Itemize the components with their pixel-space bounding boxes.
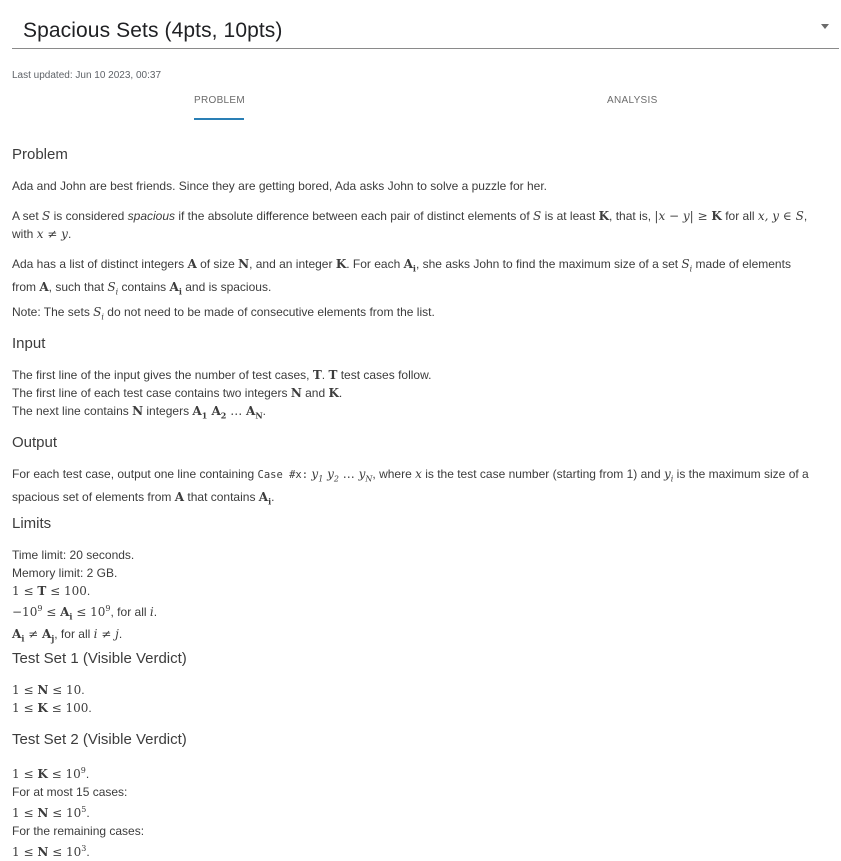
- page-title: Spacious Sets (4pts, 10pts): [23, 19, 283, 42]
- text: and is spacious.: [181, 280, 272, 295]
- text: do not need to be made of consecutive el…: [103, 305, 435, 319]
- text: The next line contains: [12, 404, 133, 418]
- limits-list: Time limit: 20 seconds. Memory limit: 2 …: [12, 548, 158, 644]
- text: For the remaining cases:: [12, 824, 145, 838]
- text: . For each: [346, 257, 404, 271]
- time-limit: Time limit: 20 seconds.: [12, 548, 135, 562]
- text: , and an integer: [249, 257, 336, 271]
- text: A set: [12, 209, 43, 223]
- text: is the maximum size of a: [673, 467, 809, 481]
- text: Ada has a list of distinct integers: [12, 257, 188, 271]
- section-heading-output: Output: [12, 434, 58, 451]
- text: is the test case number (starting from 1…: [421, 467, 664, 481]
- problem-paragraph-1: Ada and John are best friends. Since the…: [12, 177, 837, 195]
- text: , such that: [48, 280, 108, 295]
- text: The first line of each test case contain…: [12, 386, 291, 400]
- text: spacious: [127, 209, 176, 223]
- last-updated: Last updated: Jun 10 2023, 00:37: [12, 70, 162, 81]
- tab-problem[interactable]: PROBLEM: [194, 95, 245, 106]
- text: The first line of the input gives the nu…: [12, 368, 313, 382]
- text: for all: [721, 209, 758, 223]
- text: of size: [196, 257, 239, 271]
- active-tab-indicator: [194, 118, 244, 120]
- text: that contains: [184, 490, 259, 505]
- text: , for all: [110, 605, 150, 619]
- memory-limit: Memory limit: 2 GB.: [12, 566, 118, 580]
- text: made of elements: [692, 257, 791, 271]
- text: For at most 15 cases:: [12, 785, 128, 799]
- test-set-1-limits: 1 ≤ N ≤ 10. 1 ≤ K ≤ 100.: [12, 683, 92, 715]
- title-bar[interactable]: Spacious Sets (4pts, 10pts): [12, 8, 839, 49]
- problem-paragraph-3: Ada has a list of distinct integers A of…: [12, 257, 791, 297]
- problem-note: Note: The sets Si do not need to be made…: [12, 305, 435, 322]
- chevron-down-icon[interactable]: [821, 24, 829, 29]
- problem-paragraph-2: A set S is considered spacious if the ab…: [12, 209, 808, 241]
- text: and: [301, 386, 329, 400]
- test-set-2-limits: 1 ≤ K ≤ 109. For at most 15 cases: 1 ≤ N…: [12, 766, 145, 859]
- text: , that is,: [609, 209, 655, 223]
- text: from: [12, 280, 40, 295]
- text: test cases follow.: [337, 368, 432, 382]
- text: For each test case, output one line cont…: [12, 467, 258, 481]
- tab-analysis[interactable]: ANALYSIS: [607, 95, 658, 106]
- text: with: [12, 227, 37, 241]
- text: , she asks John to find the maximum size…: [415, 257, 682, 271]
- input-description: The first line of the input gives the nu…: [12, 368, 432, 421]
- code-text: Case #x:: [257, 469, 309, 481]
- text: , where: [372, 467, 416, 481]
- text: if the absolute difference between each …: [175, 209, 534, 223]
- text: is at least: [541, 209, 599, 223]
- section-heading-test-set-2: Test Set 2 (Visible Verdict): [12, 731, 187, 748]
- text: is considered: [50, 209, 128, 223]
- section-heading-input: Input: [12, 335, 46, 352]
- text: spacious set of elements from: [12, 490, 175, 505]
- text: contains: [118, 280, 170, 295]
- section-heading-problem: Problem: [12, 146, 68, 163]
- section-heading-limits: Limits: [12, 515, 52, 532]
- text: integers: [143, 404, 193, 418]
- output-description: For each test case, output one line cont…: [12, 467, 809, 507]
- section-heading-test-set-1: Test Set 1 (Visible Verdict): [12, 650, 187, 667]
- text: Note: The sets: [12, 305, 94, 319]
- text: , for all: [54, 627, 94, 642]
- text: Ada and John are best friends. Since the…: [12, 179, 548, 193]
